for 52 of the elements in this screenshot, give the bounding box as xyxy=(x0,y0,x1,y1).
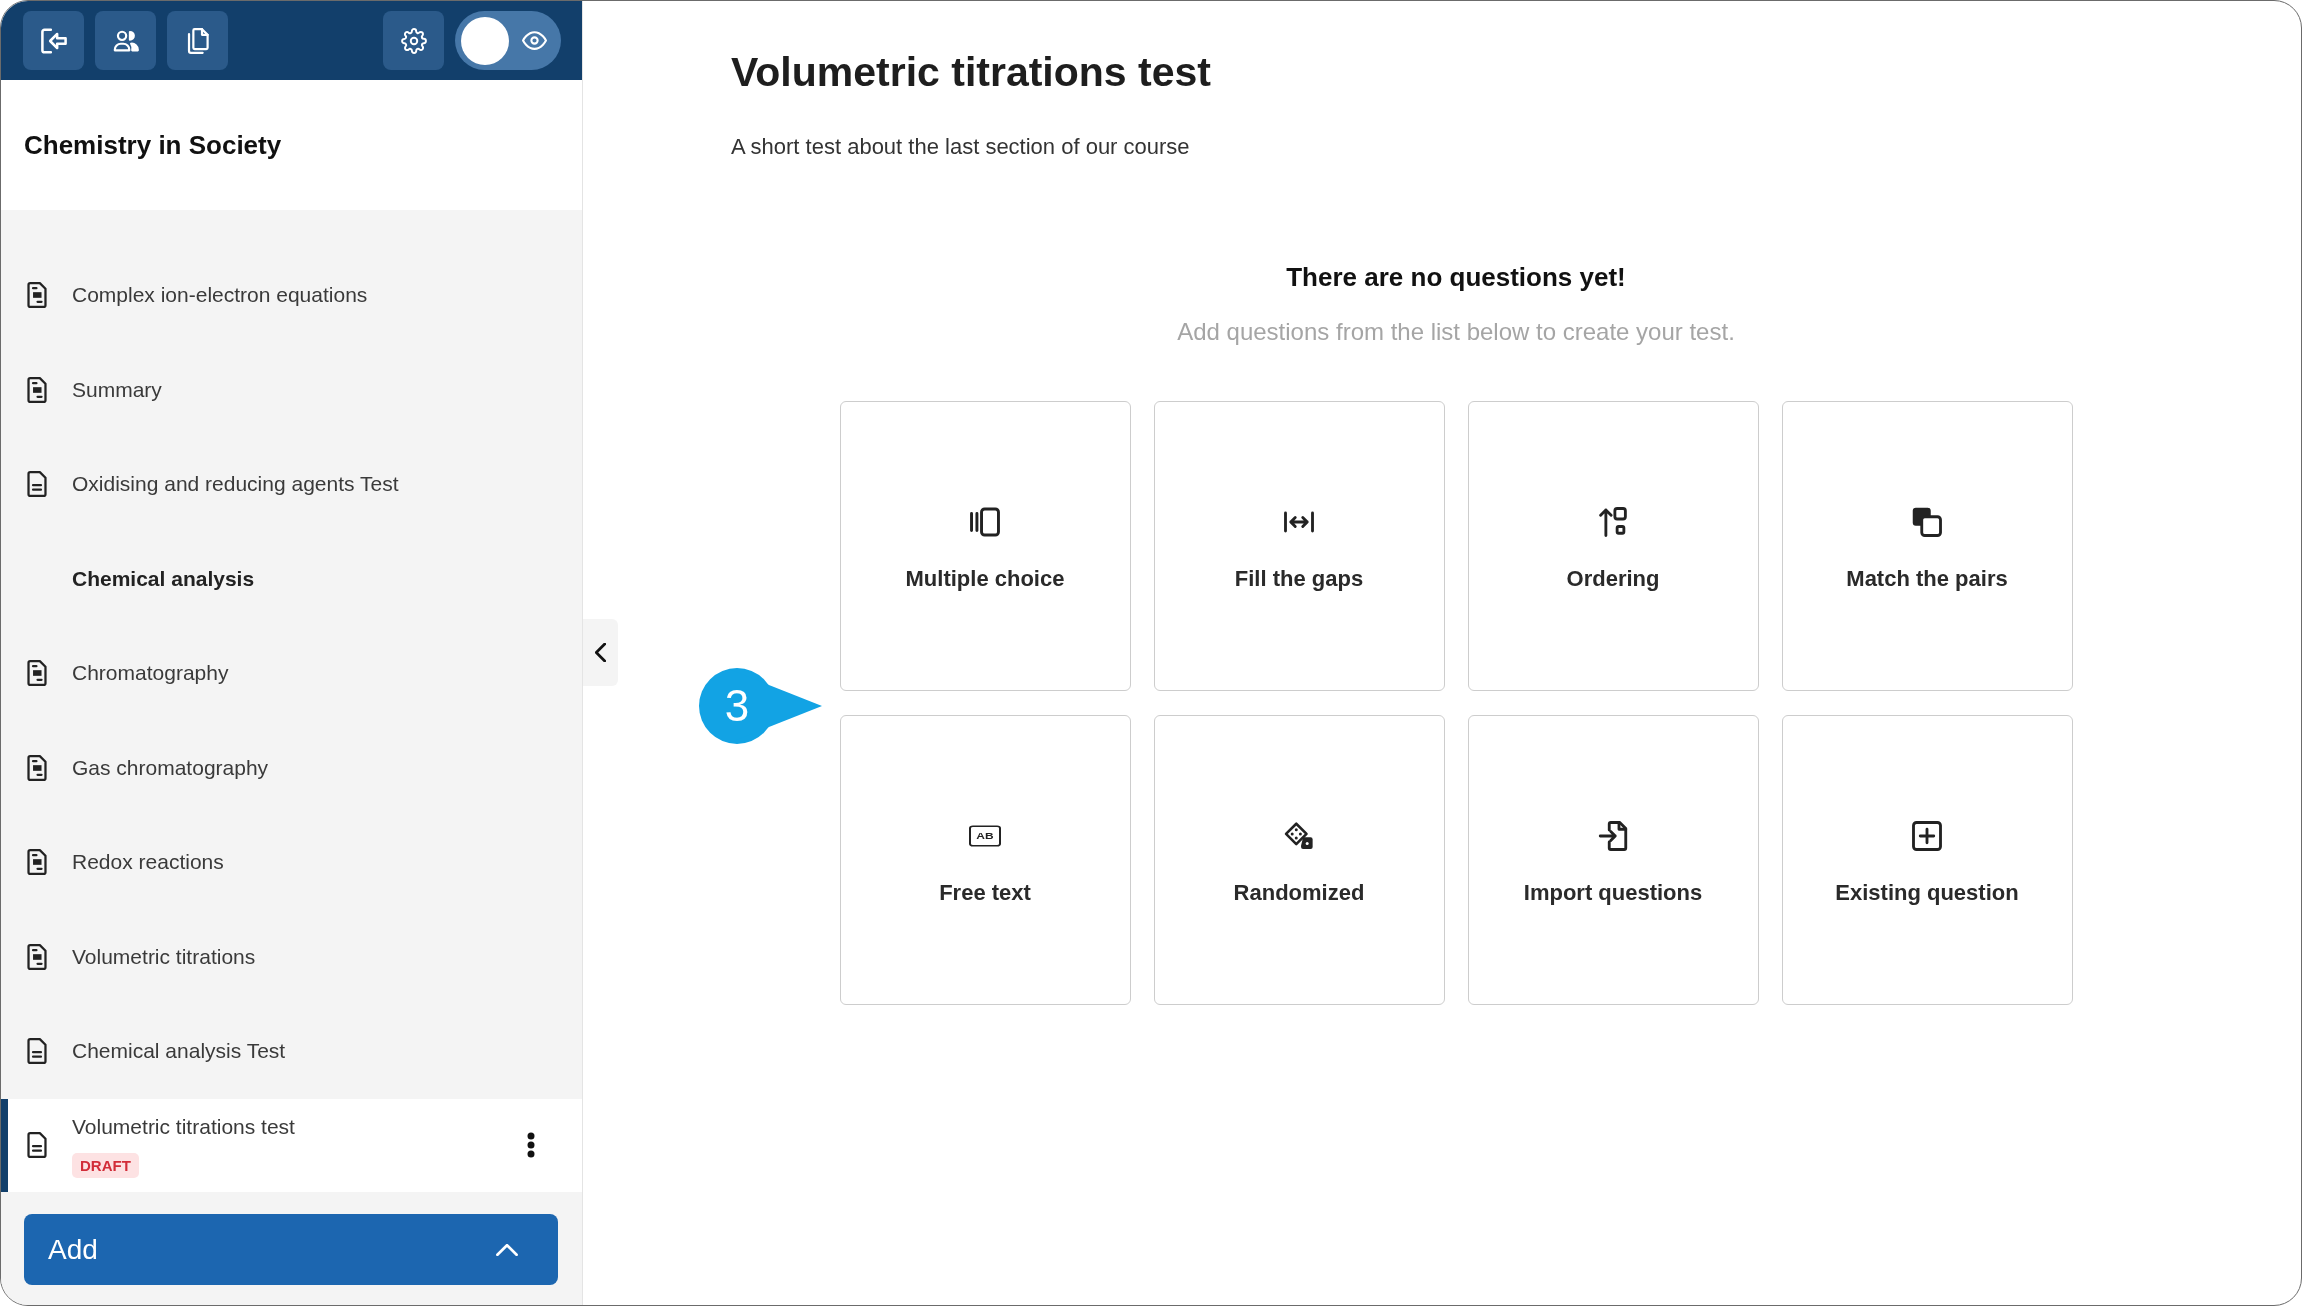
logout-icon xyxy=(40,27,67,54)
logout-button[interactable] xyxy=(23,11,84,70)
question-type-card[interactable]: Fill the gaps xyxy=(1153,401,1445,691)
page-icon xyxy=(27,754,47,781)
section-item[interactable]: Chemical analysis xyxy=(1,531,582,626)
overlapping-squares-icon xyxy=(1912,507,1942,537)
page-description: A short test about the last section of our course xyxy=(731,133,1191,161)
sidebar-item[interactable]: Volumetric titrations xyxy=(1,909,582,1004)
eye-icon xyxy=(522,31,547,50)
add-button[interactable]: Add xyxy=(24,1214,558,1285)
empty-state-hint: Add questions from the list below to create your test. xyxy=(1176,317,1736,347)
question-type-card[interactable]: Ordering xyxy=(1467,401,1759,691)
document-icon xyxy=(27,1038,47,1065)
page-icon xyxy=(27,849,47,876)
page-title: Volumetric titrations test xyxy=(731,48,1212,97)
page-icon xyxy=(27,376,47,403)
page-icon xyxy=(27,282,47,309)
text-box-icon: AB xyxy=(969,825,1001,847)
sidebar-item[interactable]: Chemical analysis Test xyxy=(1,1004,582,1099)
sidebar-item[interactable]: Redox reactions xyxy=(1,815,582,910)
plus-square-icon xyxy=(1912,821,1942,851)
question-type-card[interactable]: Import questions xyxy=(1467,715,1759,1005)
question-type-card[interactable]: Randomized xyxy=(1153,715,1445,1005)
question-type-card[interactable]: AB Free text xyxy=(839,715,1131,1005)
sidebar-item[interactable]: Complex ion-electron equations xyxy=(1,248,582,343)
empty-state-heading: There are no questions yet! xyxy=(1285,261,1627,294)
question-type-card[interactable]: Match the pairs xyxy=(1781,401,2073,691)
status-badge: DRAFT xyxy=(72,1152,139,1178)
sidebar-item[interactable]: Gas chromatography xyxy=(1,720,582,815)
page-icon xyxy=(27,943,47,970)
dice-icon xyxy=(1284,821,1314,851)
question-type-card[interactable]: Multiple choice xyxy=(839,401,1131,691)
arrow-up-squares-icon xyxy=(1598,507,1628,537)
copy-button[interactable] xyxy=(167,11,228,70)
page-icon xyxy=(27,660,47,687)
sidebar-item[interactable]: Volumetric titrations test DRAFT xyxy=(1,1098,582,1192)
kebab-icon xyxy=(527,1132,535,1158)
course-title: Chemistry in Society xyxy=(24,129,282,161)
document-arrow-icon xyxy=(1598,821,1628,851)
settings-button[interactable] xyxy=(383,11,444,70)
chevron-left-icon xyxy=(595,643,606,662)
sidebar-item[interactable]: Chromatography xyxy=(1,626,582,721)
sidebar-item[interactable]: Summary xyxy=(1,342,582,437)
question-type-card[interactable]: Existing question xyxy=(1781,715,2073,1005)
document-icon xyxy=(27,1132,47,1158)
collapse-sidebar-button[interactable] xyxy=(583,619,618,686)
sidebar-item[interactable]: Oxidising and reducing agents Test xyxy=(1,437,582,532)
document-icon xyxy=(27,471,47,498)
users-button[interactable] xyxy=(95,11,156,70)
settings-icon xyxy=(400,27,427,54)
bars-and-card-icon xyxy=(970,507,1000,537)
chevron-up-icon xyxy=(496,1243,518,1256)
